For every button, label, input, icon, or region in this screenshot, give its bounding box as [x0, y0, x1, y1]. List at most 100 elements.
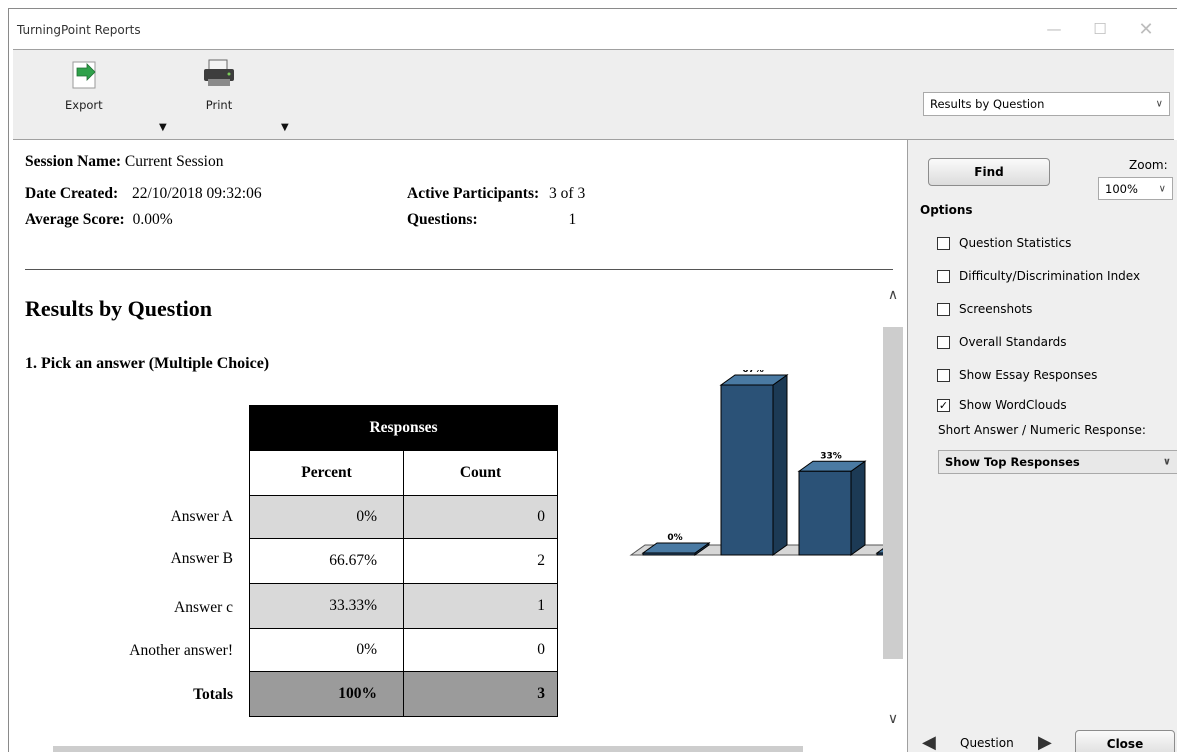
short-answer-label: Short Answer / Numeric Response:: [938, 423, 1146, 437]
cell-percent: 66.67%: [249, 538, 404, 584]
option-question-statistics: Question Statistics: [959, 236, 1072, 250]
session-name: Session Name: Current Session: [25, 153, 223, 171]
scroll-up-icon[interactable]: ∧: [883, 287, 903, 303]
minimize-button[interactable]: —: [1031, 15, 1077, 43]
cell-count: 0: [403, 628, 558, 672]
report-heading: Results by Question: [25, 296, 213, 321]
date-created-value: 22/10/2018 09:32:06: [131, 185, 262, 202]
date-created-label: Date Created:: [25, 185, 119, 202]
cell-percent: 33.33%: [249, 583, 404, 629]
report-type-select[interactable]: Results by Question ∨: [923, 92, 1170, 116]
print-label: Print: [205, 98, 233, 112]
table-row-totals: 100% 3: [249, 671, 558, 717]
session-name-label: Session Name:: [25, 153, 122, 170]
average-score: Average Score: 0.00%: [25, 211, 173, 229]
window-title: TurningPoint Reports: [17, 23, 141, 37]
report-window: TurningPoint Reports — ☐ ✕ Export ▼ Prin…: [8, 8, 1177, 752]
options-sidebar: Find Zoom: 100% ∨ Options Question Stati…: [907, 140, 1177, 752]
checkbox-overall-standards[interactable]: [937, 336, 950, 349]
option-screenshots: Screenshots: [959, 302, 1033, 316]
active-participants: Active Participants: 3 of 3: [407, 185, 585, 203]
row-label-answer-a: Answer A: [170, 508, 233, 525]
row-label-totals: Totals: [193, 686, 233, 703]
cell-count: 2: [403, 538, 558, 584]
cell-count-total: 3: [403, 671, 558, 717]
chart-bar-side: [850, 460, 866, 556]
table-row: 66.67% 2: [249, 538, 558, 584]
questions-label: Questions:: [407, 211, 478, 228]
export-dropdown-arrow[interactable]: ▼: [159, 122, 167, 133]
chart-data-label: 67%: [742, 370, 764, 375]
short-answer-select[interactable]: Show Top Responses ∨: [938, 450, 1177, 474]
option-overall-standards: Overall Standards: [959, 335, 1067, 349]
export-icon: [72, 61, 96, 89]
options-heading: Options: [920, 203, 973, 217]
close-button[interactable]: Close: [1075, 730, 1175, 752]
results-bar-chart: 0% 67% 33%: [629, 370, 893, 556]
questions-count: Questions: 1: [407, 211, 576, 229]
session-name-value: Current Session: [124, 153, 224, 170]
scroll-down-icon[interactable]: ∨: [883, 711, 903, 727]
close-window-button[interactable]: ✕: [1123, 15, 1169, 43]
chevron-down-icon: ∨: [1155, 98, 1163, 110]
toolbar: Export ▼ Print ▼ Results by Question ∨: [13, 49, 1174, 140]
chart-bar: [798, 470, 852, 556]
previous-question-icon[interactable]: ◀: [922, 732, 936, 752]
chart-data-label: 33%: [820, 451, 842, 461]
cell-percent: 0%: [249, 628, 404, 672]
average-score-label: Average Score:: [25, 211, 125, 228]
table-row: 0% 0: [249, 628, 558, 672]
responses-table: Responses Percent Count 0% 0 66.67% 2 33…: [249, 405, 558, 717]
printer-icon: [204, 59, 234, 86]
active-participants-label: Active Participants:: [407, 185, 540, 202]
chevron-down-icon: ∨: [1158, 183, 1166, 194]
option-essay-responses: Show Essay Responses: [959, 368, 1098, 382]
print-button[interactable]: Print: [199, 52, 239, 112]
next-question-icon[interactable]: ▶: [1038, 732, 1052, 752]
checkbox-question-statistics[interactable]: [937, 237, 950, 250]
option-wordclouds: Show WordClouds: [959, 398, 1067, 412]
chevron-down-icon: ∨: [1162, 456, 1171, 468]
question-nav-label: Question: [960, 736, 1014, 750]
table-row: 33.33% 1: [249, 583, 558, 629]
find-button[interactable]: Find: [928, 158, 1050, 186]
zoom-label: Zoom:: [1129, 158, 1168, 172]
row-label-answer-b: Answer B: [170, 550, 233, 567]
report-content: Session Name: Current Session Date Creat…: [13, 140, 905, 752]
export-button[interactable]: Export: [65, 52, 103, 112]
question-title: 1. Pick an answer (Multiple Choice): [25, 355, 270, 372]
checkbox-essay-responses[interactable]: [937, 369, 950, 382]
chart-data-label: 0%: [667, 533, 682, 543]
col-percent-header: Percent: [249, 450, 404, 496]
option-difficulty-index: Difficulty/Discrimination Index: [959, 269, 1141, 283]
title-bar: TurningPoint Reports — ☐ ✕: [9, 9, 1177, 49]
divider: [25, 269, 893, 270]
checkbox-difficulty-index[interactable]: [937, 270, 950, 283]
col-count-header: Count: [403, 450, 558, 496]
row-label-answer-c: Answer c: [174, 599, 233, 616]
chart-bar-side: [772, 374, 788, 556]
questions-value: 1: [568, 211, 577, 228]
active-participants-value: 3 of 3: [549, 185, 586, 202]
zoom-value: 100%: [1105, 181, 1138, 196]
cell-count: 1: [403, 583, 558, 629]
cell-percent-total: 100%: [249, 671, 404, 717]
horizontal-scrollbar[interactable]: [53, 746, 803, 752]
report-type-value: Results by Question: [930, 97, 1045, 111]
row-label-another-answer: Another answer!: [129, 642, 233, 659]
zoom-select[interactable]: 100% ∨: [1098, 177, 1173, 200]
checkbox-screenshots[interactable]: [937, 303, 950, 316]
average-score-value: 0.00%: [132, 211, 173, 228]
date-created: Date Created: 22/10/2018 09:32:06: [25, 185, 262, 203]
print-dropdown-arrow[interactable]: ▼: [281, 122, 289, 133]
responses-header: Responses: [249, 405, 558, 451]
chart-bar: [720, 384, 774, 556]
chart-bar: [642, 552, 696, 556]
maximize-button[interactable]: ☐: [1077, 15, 1123, 43]
scrollbar-thumb[interactable]: [883, 327, 903, 659]
short-answer-value: Show Top Responses: [945, 455, 1080, 469]
checkmark-icon: ✓: [938, 399, 949, 412]
cell-percent: 0%: [249, 495, 404, 539]
cell-count: 0: [403, 495, 558, 539]
checkbox-wordclouds[interactable]: ✓: [937, 399, 950, 412]
